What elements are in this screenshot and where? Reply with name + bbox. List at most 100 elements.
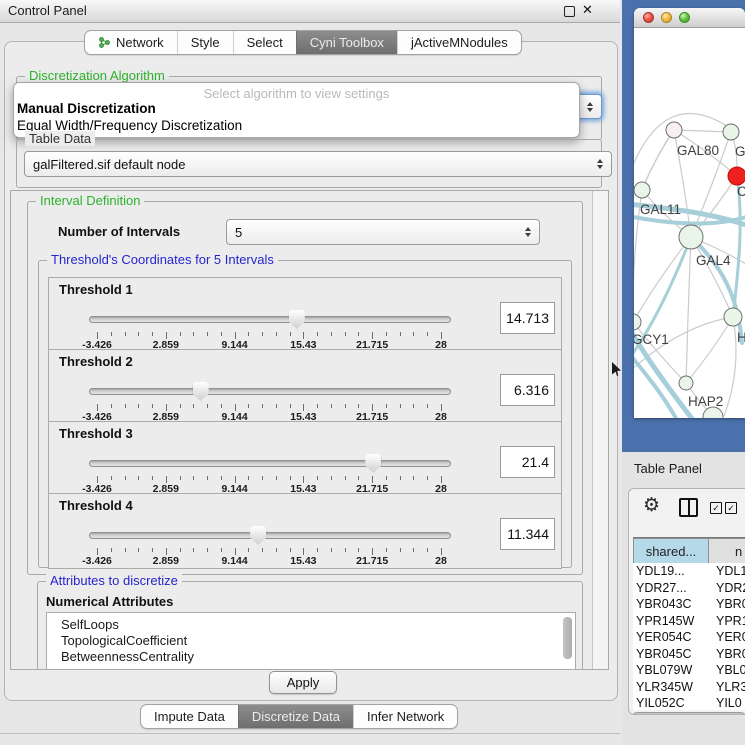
table-data-combo[interactable]: galFiltered.sif default node bbox=[24, 151, 612, 177]
attribute-item[interactable]: BetweennessCentrality bbox=[61, 649, 194, 664]
threshold-slider[interactable] bbox=[89, 452, 449, 476]
slider-handle[interactable] bbox=[193, 382, 209, 401]
attributes-group: Attributes to discretize Numerical Attri… bbox=[37, 581, 583, 670]
tab-label: jActiveMNodules bbox=[411, 31, 508, 54]
slider-track[interactable] bbox=[89, 460, 451, 467]
number-of-intervals-value: 5 bbox=[235, 225, 242, 240]
threshold-value-field[interactable]: 11.344 bbox=[500, 518, 555, 550]
network-canvas[interactable]: GAL80GACGAL11GAL4GCY1HHAP2 bbox=[634, 28, 745, 418]
slider-handle[interactable] bbox=[365, 454, 381, 473]
slider-ticks bbox=[97, 404, 441, 411]
table-cell: YBR043C bbox=[633, 596, 709, 613]
threshold-value-field[interactable]: 21.4 bbox=[500, 446, 555, 478]
minimize-yellow-icon[interactable] bbox=[661, 12, 672, 23]
threshold-slider[interactable] bbox=[89, 380, 449, 404]
table-cell: YPR1 bbox=[709, 613, 745, 630]
settings-gear-icon[interactable]: ⚙ bbox=[643, 494, 660, 517]
threshold-value-field[interactable]: 6.316 bbox=[500, 374, 555, 406]
network-node[interactable] bbox=[666, 122, 682, 138]
tab-jactivemnodules[interactable]: jActiveMNodules bbox=[397, 31, 521, 54]
algorithm-hint-text: Select algorithm to view settings bbox=[14, 86, 579, 101]
attribute-item[interactable]: TopologicalCoefficient bbox=[61, 633, 187, 648]
tab-cyni-toolbox[interactable]: Cyni Toolbox bbox=[296, 31, 397, 54]
network-edge-thick bbox=[634, 350, 678, 418]
float-window-icon[interactable] bbox=[564, 6, 575, 17]
numerical-attributes-list[interactable]: SelfLoopsTopologicalCoefficientBetweenne… bbox=[46, 612, 576, 670]
network-node[interactable] bbox=[728, 167, 745, 185]
tab-network[interactable]: Network bbox=[85, 31, 177, 54]
table-cell: YPR145W bbox=[633, 613, 709, 630]
table-row[interactable]: YDL19...YDL1 bbox=[633, 563, 745, 580]
attributes-group-title: Attributes to discretize bbox=[46, 573, 182, 588]
network-node[interactable] bbox=[634, 182, 650, 198]
network-node[interactable] bbox=[723, 124, 739, 140]
column-header-name[interactable]: n bbox=[709, 538, 745, 564]
slider-ticks bbox=[97, 332, 441, 339]
node-table-rows[interactable]: YDL19...YDL1YDR27...YDR2YBR043CYBR0YPR14… bbox=[633, 563, 745, 710]
network-node-label: HAP2 bbox=[688, 394, 723, 409]
apply-button[interactable]: Apply bbox=[269, 671, 337, 694]
network-node[interactable] bbox=[724, 308, 742, 326]
number-of-intervals-label: Number of Intervals bbox=[58, 224, 180, 239]
thresholds-group-title: Threshold's Coordinates for 5 Intervals bbox=[47, 252, 278, 267]
number-of-intervals-combo[interactable]: 5 bbox=[226, 219, 540, 245]
slider-ticks bbox=[97, 476, 441, 483]
close-red-icon[interactable] bbox=[643, 12, 654, 23]
tab-select[interactable]: Select bbox=[233, 31, 296, 54]
threshold-box: Threshold 4 -3.4262.8599.14415.4321.71528… bbox=[48, 493, 562, 569]
column-header-shared-name[interactable]: shared... bbox=[633, 538, 709, 564]
checkbox-icon[interactable]: ✓ bbox=[710, 502, 722, 514]
table-cell: YER0 bbox=[709, 629, 745, 646]
slider-handle[interactable] bbox=[250, 526, 266, 545]
table-row[interactable]: YDR27...YDR2 bbox=[633, 580, 745, 597]
slider-scale-labels: -3.4262.8599.14415.4321.71528 bbox=[97, 555, 441, 567]
close-icon[interactable]: ✕ bbox=[582, 2, 593, 18]
network-node[interactable] bbox=[634, 314, 641, 330]
algorithm-dropdown-popup: Select algorithm to view settings Manual… bbox=[13, 82, 580, 138]
slider-track[interactable] bbox=[89, 388, 451, 395]
threshold-label: Threshold 4 bbox=[59, 498, 133, 513]
attribute-item[interactable]: SelfLoops bbox=[61, 617, 119, 632]
table-toolbar: ⚙ ✓ ✓ bbox=[629, 489, 745, 525]
table-row[interactable]: YER054CYER0 bbox=[633, 629, 745, 646]
tab-impute-data[interactable]: Impute Data bbox=[141, 705, 238, 728]
table-row[interactable]: YBR043CYBR0 bbox=[633, 596, 745, 613]
control-panel-titlebar: Control Panel ✕ bbox=[0, 0, 620, 23]
split-column-icon[interactable] bbox=[679, 498, 698, 517]
checkbox-icon[interactable]: ✓ bbox=[725, 502, 737, 514]
network-node-label: GCY1 bbox=[634, 332, 669, 347]
table-cell: YBL079W bbox=[633, 662, 709, 679]
network-desktop: GAL80GACGAL11GAL4GCY1HHAP2 bbox=[622, 0, 745, 452]
scrollbar-track[interactable] bbox=[592, 191, 608, 669]
tab-infer-network[interactable]: Infer Network bbox=[353, 705, 457, 728]
threshold-value-field[interactable]: 14.713 bbox=[500, 302, 555, 334]
network-node[interactable] bbox=[679, 376, 693, 390]
table-row[interactable]: YBL079WYBL0 bbox=[633, 662, 745, 679]
tab-discretize-data[interactable]: Discretize Data bbox=[238, 705, 353, 728]
slider-handle[interactable] bbox=[289, 310, 305, 329]
network-node[interactable] bbox=[679, 225, 703, 249]
table-cell: YDL19... bbox=[633, 563, 709, 580]
table-row[interactable]: YLR345WYLR3 bbox=[633, 679, 745, 696]
algorithm-option[interactable]: Manual Discretization bbox=[17, 101, 156, 116]
tab-label: Cyni Toolbox bbox=[310, 31, 384, 54]
tab-style[interactable]: Style bbox=[177, 31, 233, 54]
table-cell: YDR27... bbox=[633, 580, 709, 597]
combo-stepper-icon bbox=[597, 159, 603, 169]
threshold-slider[interactable] bbox=[89, 524, 449, 548]
network-view-window[interactable]: GAL80GACGAL11GAL4GCY1HHAP2 bbox=[634, 8, 745, 418]
zoom-green-icon[interactable] bbox=[679, 12, 690, 23]
threshold-box: Threshold 1-3.4262.8599.14415.4321.71528… bbox=[48, 277, 562, 353]
threshold-slider[interactable] bbox=[89, 308, 449, 332]
network-icon bbox=[98, 36, 111, 49]
threshold-label: Threshold 3 bbox=[59, 426, 133, 441]
list-scrollbar[interactable] bbox=[563, 617, 572, 659]
interval-definition-title: Interval Definition bbox=[36, 193, 144, 208]
slider-track[interactable] bbox=[89, 532, 451, 539]
table-row[interactable]: YBR045CYBR0 bbox=[633, 646, 745, 663]
slider-track[interactable] bbox=[89, 316, 451, 323]
horizontal-scrollbar-thumb[interactable] bbox=[632, 712, 745, 715]
combo-stepper-icon bbox=[525, 227, 531, 237]
table-row[interactable]: YPR145WYPR1 bbox=[633, 613, 745, 630]
table-row[interactable]: YIL052CYIL0 bbox=[633, 695, 745, 710]
